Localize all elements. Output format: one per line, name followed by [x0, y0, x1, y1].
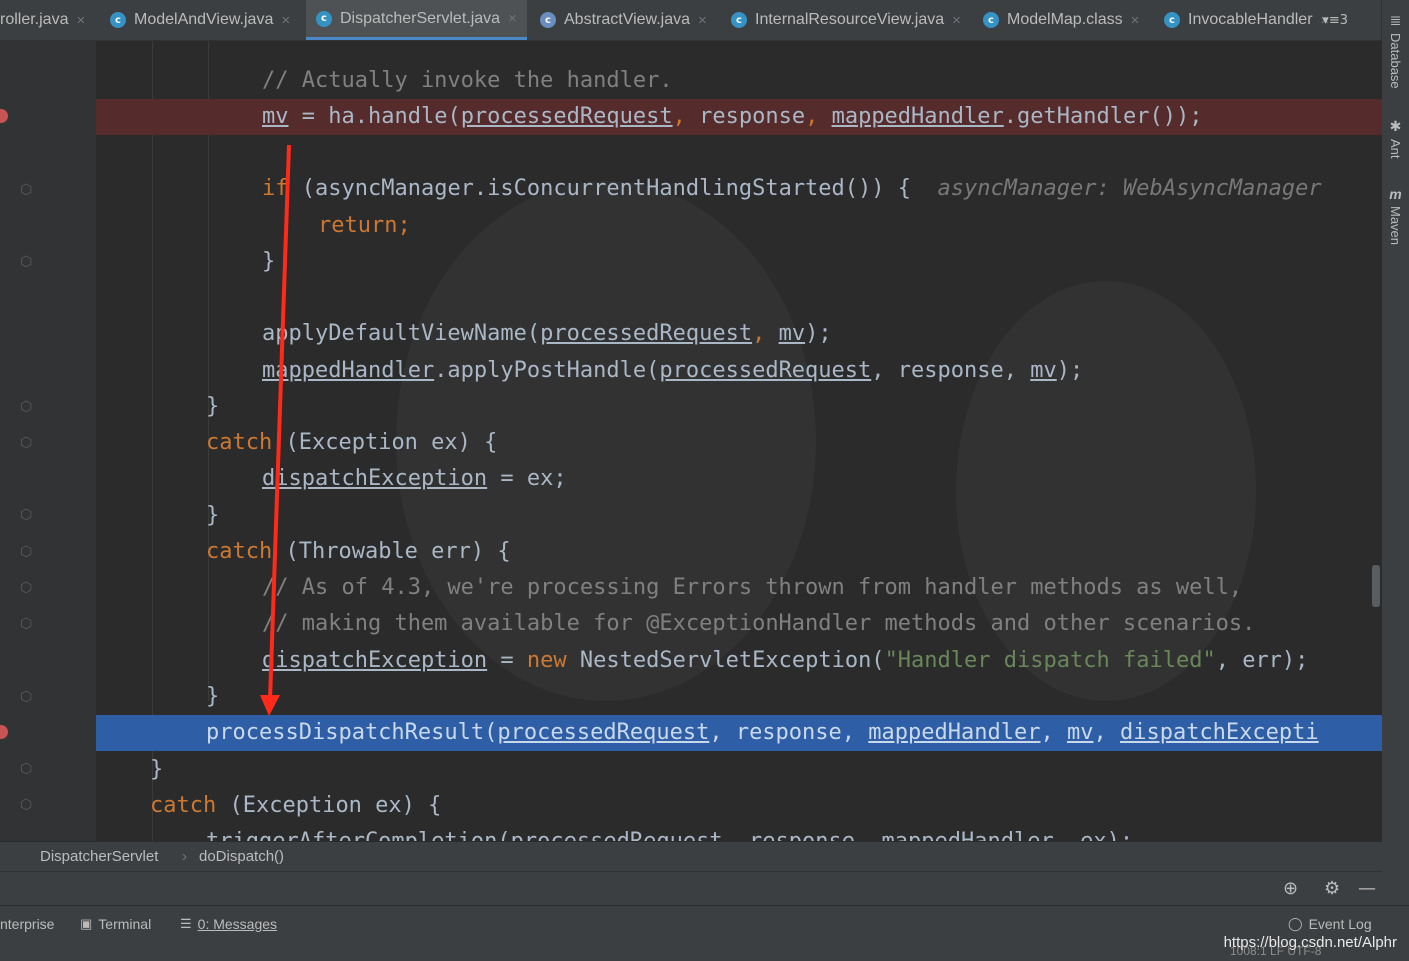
- close-icon[interactable]: ×: [698, 12, 707, 29]
- code-line: dispatchException = new NestedServletExc…: [262, 648, 1309, 673]
- class-icon: c: [110, 12, 126, 28]
- breakpoint-icon[interactable]: [0, 725, 8, 739]
- fold-icon[interactable]: ⬡: [20, 617, 34, 631]
- editor-gutter: ⬡ ⬡ ⬡ ⬡ ⬡ ⬡ ⬡ ⬡ ⬡ ⬡ ⬡: [0, 41, 96, 841]
- class-icon: c: [316, 10, 332, 27]
- tab-label: AbstractView.java: [564, 11, 690, 28]
- terminal-icon: ▣: [80, 916, 93, 931]
- tab-label: InvocableHandler: [1188, 11, 1313, 28]
- database-tool-button[interactable]: ≣ Database: [1382, 12, 1409, 102]
- inline-debug-hint: asyncManager: WebAsyncManager: [937, 176, 1322, 201]
- enterprise-tool-button[interactable]: nterprise: [0, 916, 54, 932]
- code-line: // making them available for @ExceptionH…: [262, 611, 1256, 636]
- code-editor[interactable]: // Actually invoke the handler. mv = ha.…: [96, 41, 1382, 841]
- target-icon[interactable]: ⊕: [1283, 878, 1298, 899]
- fold-icon[interactable]: ⬡: [20, 255, 34, 269]
- code-line: dispatchException = ex;: [262, 466, 567, 491]
- editor-tab-bar: roller.java × c ModelAndView.java × c Dispat…: [0, 0, 1382, 41]
- code-line: }: [262, 249, 276, 274]
- tab-label: ModelAndView.java: [134, 11, 274, 28]
- bottom-tool-bar: nterprise ▣ Terminal ☰ 0: Messages ◯ Event …: [0, 905, 1409, 943]
- code-line: if (asyncManager.isConcurrentHandlingSta…: [262, 176, 1322, 201]
- gear-icon[interactable]: ⚙: [1324, 878, 1340, 899]
- panel-toolbar: ⊕ ⚙ —: [0, 871, 1382, 906]
- tab-invocablehandler[interactable]: c InvocableHandler ×: [1164, 0, 1329, 40]
- event-log-icon: ◯: [1288, 916, 1303, 931]
- messages-tool-button[interactable]: ☰ 0: Messages: [180, 916, 277, 932]
- fold-icon[interactable]: ⬡: [20, 400, 34, 414]
- breadcrumb-method[interactable]: doDispatch(): [199, 848, 284, 865]
- maven-tool-button[interactable]: m Maven: [1382, 186, 1409, 256]
- editor-scrollbar-thumb[interactable]: [1372, 565, 1380, 607]
- code-line: }: [206, 394, 220, 419]
- code-line: catch (Exception ex) {: [150, 793, 442, 818]
- tab-modelmap-class[interactable]: c ModelMap.class ×: [983, 0, 1139, 40]
- breadcrumb-separator: ›: [182, 848, 187, 865]
- code-line: }: [150, 757, 164, 782]
- database-icon: ≣: [1389, 12, 1402, 28]
- messages-icon: ☰: [180, 916, 192, 931]
- code-line: }: [206, 503, 220, 528]
- close-icon[interactable]: ×: [1131, 12, 1140, 29]
- fold-icon[interactable]: ⬡: [20, 762, 34, 776]
- tab-label: InternalResourceView.java: [755, 11, 945, 28]
- tab-overflow-count: 3: [1339, 12, 1348, 28]
- close-icon[interactable]: ×: [281, 12, 290, 29]
- tab-label: ModelMap.class: [1007, 11, 1123, 28]
- code-line: // As of 4.3, we're processing Errors th…: [262, 575, 1243, 600]
- class-icon: c: [1164, 12, 1180, 28]
- fold-icon[interactable]: ⬡: [20, 798, 34, 812]
- code-line: triggerAfterCompletion(processedRequest,…: [96, 824, 1382, 841]
- code-line: catch (Exception ex) {: [206, 430, 498, 455]
- code-line: }: [206, 684, 220, 709]
- abstract-class-icon: c: [540, 12, 556, 28]
- ant-label: Ant: [1388, 139, 1403, 159]
- tab-abstractview-java[interactable]: c AbstractView.java ×: [540, 0, 707, 40]
- code-line-breakpoint: mv = ha.handle(processedRequest, respons…: [96, 99, 1382, 135]
- maven-label: Maven: [1388, 206, 1403, 246]
- fold-icon[interactable]: ⬡: [20, 545, 34, 559]
- fold-icon[interactable]: ⬡: [20, 581, 34, 595]
- code-line-execution-point: processDispatchResult(processedRequest, …: [96, 715, 1382, 751]
- close-icon[interactable]: ×: [952, 12, 961, 29]
- breadcrumb: DispatcherServlet › doDispatch(): [0, 841, 1382, 872]
- maven-icon: m: [1389, 186, 1402, 202]
- tab-modelandview-java[interactable]: c ModelAndView.java ×: [110, 0, 290, 40]
- code-line: catch (Throwable err) {: [206, 539, 511, 564]
- breakpoint-icon[interactable]: [0, 109, 8, 123]
- database-label: Database: [1388, 33, 1403, 89]
- right-tool-strip: ≣ Database ✱ Ant m Maven: [1381, 0, 1409, 905]
- code-line: return;: [318, 213, 411, 238]
- tab-controller-java[interactable]: roller.java ×: [0, 0, 85, 40]
- fold-icon[interactable]: ⬡: [20, 183, 34, 197]
- watermark-text: https://blog.csdn.net/Alphr: [1223, 934, 1397, 951]
- fold-icon[interactable]: ⬡: [20, 508, 34, 522]
- ant-icon: ✱: [1389, 118, 1402, 134]
- status-bar: 1008:1 LF UTF-8: [0, 942, 1409, 961]
- terminal-tool-button[interactable]: ▣ Terminal: [80, 916, 151, 932]
- tab-dispatcherservlet-java[interactable]: c DispatcherServlet.java ×: [306, 0, 527, 40]
- code-line: // Actually invoke the handler.: [262, 68, 673, 93]
- fold-icon[interactable]: ⬡: [20, 436, 34, 450]
- close-icon[interactable]: ×: [76, 12, 85, 29]
- code-line: mappedHandler.applyPostHandle(processedR…: [262, 358, 1084, 383]
- ant-tool-button[interactable]: ✱ Ant: [1382, 118, 1409, 168]
- list-icon: ▾≡: [1322, 12, 1340, 28]
- breadcrumb-class[interactable]: DispatcherServlet: [40, 848, 158, 865]
- event-log-button[interactable]: ◯ Event Log: [1288, 916, 1372, 932]
- tab-overflow-button[interactable]: ▾≡ 3: [1322, 0, 1348, 40]
- minimize-icon[interactable]: —: [1358, 878, 1376, 899]
- tab-label: DispatcherServlet.java: [340, 9, 501, 27]
- tab-internalresourceview-java[interactable]: c InternalResourceView.java ×: [731, 0, 961, 40]
- class-icon: c: [983, 12, 999, 28]
- close-icon[interactable]: ×: [508, 10, 517, 27]
- class-icon: c: [731, 12, 747, 28]
- fold-icon[interactable]: ⬡: [20, 690, 34, 704]
- tab-label: roller.java: [0, 11, 69, 28]
- code-line: applyDefaultViewName(processedRequest, m…: [262, 321, 832, 346]
